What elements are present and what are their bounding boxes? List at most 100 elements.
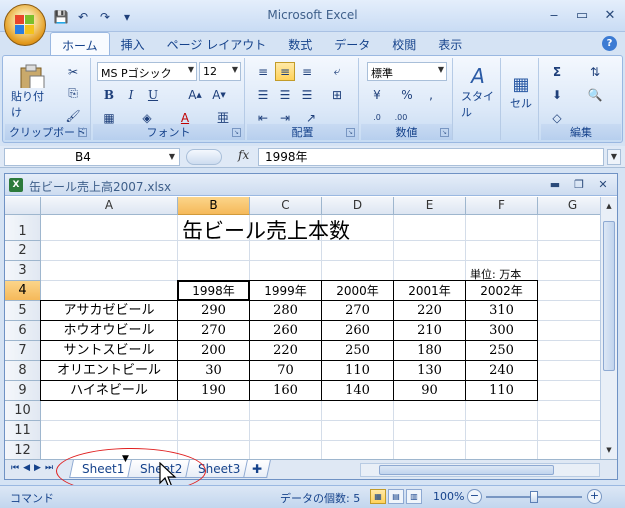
grid-cell[interactable] bbox=[538, 261, 608, 281]
align-center-icon[interactable]: ☰ bbox=[275, 85, 295, 104]
column-header-f[interactable]: F bbox=[466, 197, 538, 215]
prev-sheet-icon[interactable]: ◀ bbox=[23, 463, 30, 473]
format-painter-icon[interactable]: 🖌 bbox=[63, 106, 83, 125]
align-middle-icon[interactable]: ≡ bbox=[275, 62, 295, 81]
alignment-launcher-icon[interactable]: ↘ bbox=[346, 128, 355, 137]
year-header-cell[interactable]: 2001年 bbox=[393, 280, 466, 301]
grid-cell[interactable] bbox=[394, 441, 466, 461]
comma-icon[interactable]: , bbox=[421, 85, 441, 104]
number-format-combo[interactable]: 標準 ▼ bbox=[367, 62, 447, 81]
grid-cell[interactable] bbox=[322, 441, 394, 461]
grid-cell[interactable] bbox=[394, 401, 466, 421]
help-icon[interactable]: ? bbox=[602, 36, 617, 51]
grid-cell[interactable] bbox=[538, 281, 608, 301]
row-header-4[interactable]: 4 bbox=[5, 281, 41, 301]
font-name-combo[interactable]: MS Pゴシック ▼ bbox=[97, 62, 197, 81]
font-size-combo[interactable]: 12 ▼ bbox=[199, 62, 241, 81]
wrap-text-icon[interactable]: ⤶ bbox=[327, 62, 347, 81]
column-header-a[interactable]: A bbox=[41, 197, 178, 215]
autosum-icon[interactable]: Σ bbox=[547, 62, 567, 81]
clipboard-launcher-icon[interactable]: ↘ bbox=[78, 128, 87, 137]
select-all-corner[interactable] bbox=[5, 197, 41, 215]
column-header-b[interactable]: B bbox=[178, 197, 250, 215]
grid-cell[interactable] bbox=[41, 241, 178, 261]
row-header-10[interactable]: 10 bbox=[5, 401, 41, 421]
grid-cell[interactable] bbox=[394, 421, 466, 441]
value-cell[interactable]: 110 bbox=[321, 360, 394, 381]
expand-formula-bar-icon[interactable]: ▼ bbox=[607, 149, 621, 165]
last-sheet-icon[interactable]: ⏭ bbox=[45, 463, 53, 473]
grid-cell[interactable] bbox=[538, 215, 608, 241]
sort-filter-icon[interactable]: ⇅ bbox=[585, 62, 605, 81]
grid-cell[interactable] bbox=[394, 241, 466, 261]
insert-function-icon[interactable]: fx bbox=[238, 148, 249, 162]
office-button[interactable] bbox=[4, 4, 46, 46]
row-header-6[interactable]: 6 bbox=[5, 321, 41, 341]
grid-cell[interactable] bbox=[394, 215, 466, 241]
grid-cell[interactable] bbox=[178, 261, 250, 281]
column-header-d[interactable]: D bbox=[322, 197, 394, 215]
grid-cell[interactable] bbox=[41, 421, 178, 441]
grid-cell[interactable] bbox=[538, 361, 608, 381]
value-cell[interactable]: 270 bbox=[321, 300, 394, 321]
workbook-restore-icon[interactable]: ❐ bbox=[571, 176, 587, 192]
paste-button[interactable]: 貼り付け bbox=[11, 64, 53, 120]
grid-cell[interactable] bbox=[250, 421, 322, 441]
merge-center-icon[interactable]: ⊞ bbox=[327, 85, 347, 104]
grid-cell[interactable] bbox=[322, 261, 394, 281]
value-cell[interactable]: 240 bbox=[465, 360, 538, 381]
next-sheet-icon[interactable]: ▶ bbox=[34, 463, 41, 473]
grid-cell[interactable] bbox=[538, 401, 608, 421]
formula-input[interactable]: 1998年 bbox=[258, 148, 604, 166]
scroll-up-icon[interactable]: ▲ bbox=[602, 199, 616, 213]
tab-home[interactable]: ホーム bbox=[50, 32, 110, 56]
grid-cell[interactable] bbox=[538, 241, 608, 261]
styles-button[interactable]: A スタイル bbox=[461, 64, 495, 120]
zoom-in-icon[interactable]: + bbox=[587, 489, 602, 504]
row-header-5[interactable]: 5 bbox=[5, 301, 41, 321]
tab-insert[interactable]: 挿入 bbox=[110, 32, 156, 56]
year-header-cell[interactable]: 1998年 bbox=[177, 280, 250, 301]
table-corner-cell[interactable] bbox=[40, 280, 178, 301]
workbook-close-icon[interactable]: ✕ bbox=[595, 176, 611, 192]
grid-cell[interactable] bbox=[41, 215, 178, 241]
row-header-12[interactable]: 12 bbox=[5, 441, 41, 461]
minimize-icon[interactable]: ‒ bbox=[545, 6, 563, 24]
zoom-slider-thumb[interactable] bbox=[530, 491, 538, 503]
row-header-1[interactable]: 1 bbox=[5, 215, 41, 241]
zoom-out-icon[interactable]: − bbox=[467, 489, 482, 504]
grid-cell[interactable] bbox=[250, 441, 322, 461]
workbook-minimize-icon[interactable]: ▬ bbox=[547, 176, 563, 192]
value-cell[interactable]: 70 bbox=[249, 360, 322, 381]
grid-cell[interactable] bbox=[466, 401, 538, 421]
grid-cell[interactable] bbox=[538, 381, 608, 401]
horizontal-scroll-thumb[interactable] bbox=[379, 465, 554, 475]
value-cell[interactable]: 30 bbox=[177, 360, 250, 381]
vertical-scroll-thumb[interactable] bbox=[603, 221, 615, 371]
value-cell[interactable]: 310 bbox=[465, 300, 538, 321]
close-icon[interactable]: ✕ bbox=[601, 6, 619, 24]
grid-cell[interactable] bbox=[250, 401, 322, 421]
tab-formulas[interactable]: 数式 bbox=[277, 32, 323, 56]
value-cell[interactable]: 220 bbox=[393, 300, 466, 321]
value-cell[interactable]: 260 bbox=[321, 320, 394, 341]
grid-cell[interactable] bbox=[41, 261, 178, 281]
row-header-11[interactable]: 11 bbox=[5, 421, 41, 441]
value-cell[interactable]: 260 bbox=[249, 320, 322, 341]
fill-icon[interactable]: ⬇ bbox=[547, 85, 567, 104]
page-layout-view-icon[interactable]: ▤ bbox=[388, 489, 404, 504]
value-cell[interactable]: 160 bbox=[249, 380, 322, 401]
tab-data[interactable]: データ bbox=[323, 32, 381, 56]
grid-cell[interactable] bbox=[322, 421, 394, 441]
row-header-9[interactable]: 9 bbox=[5, 381, 41, 401]
grid-cell[interactable] bbox=[538, 421, 608, 441]
grid-cell[interactable] bbox=[178, 421, 250, 441]
first-sheet-icon[interactable]: ⏮ bbox=[11, 463, 19, 473]
value-cell[interactable]: 130 bbox=[393, 360, 466, 381]
align-top-icon[interactable]: ≡ bbox=[253, 62, 273, 81]
number-launcher-icon[interactable]: ↘ bbox=[440, 128, 449, 137]
formula-bar-handle[interactable] bbox=[186, 149, 222, 165]
grid-cell[interactable] bbox=[538, 441, 608, 461]
value-cell[interactable]: 110 bbox=[465, 380, 538, 401]
row-header-8[interactable]: 8 bbox=[5, 361, 41, 381]
